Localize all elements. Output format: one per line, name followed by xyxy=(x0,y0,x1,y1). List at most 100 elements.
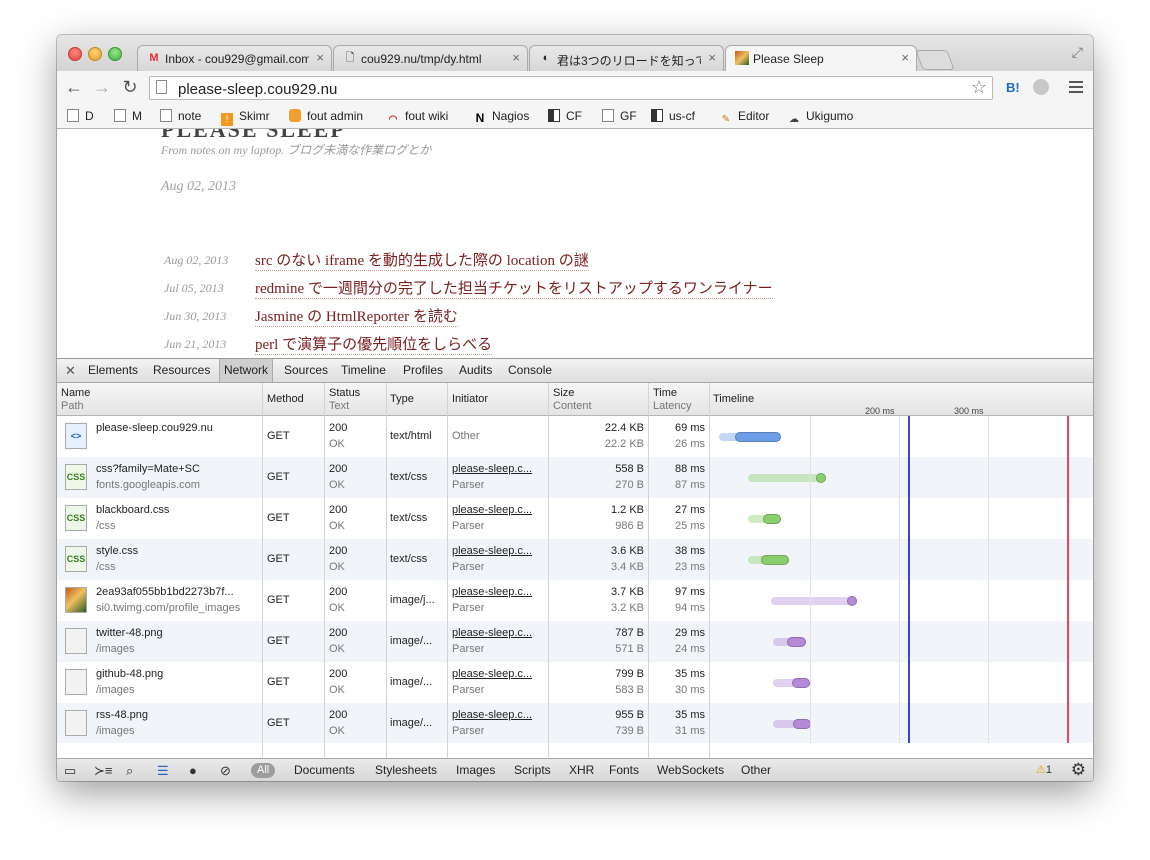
initiator-link[interactable]: please-sleep.c... xyxy=(452,545,546,557)
filter-images[interactable]: Images xyxy=(456,763,495,777)
omnibox[interactable]: ☆ xyxy=(149,76,993,100)
tab-network[interactable]: Network xyxy=(219,359,274,382)
filter-documents[interactable]: Documents xyxy=(294,763,355,777)
col-time-header[interactable]: Time Latency xyxy=(653,387,692,413)
record-icon[interactable]: ● xyxy=(189,763,197,778)
filter-xhr[interactable]: XHR xyxy=(569,763,594,777)
menu-icon[interactable] xyxy=(1069,78,1083,96)
tab-please-sleep[interactable]: Please Sleep × xyxy=(725,45,917,72)
bookmark-item[interactable]: D xyxy=(67,109,94,123)
window-minimize-button[interactable] xyxy=(88,47,102,61)
console-drawer-icon[interactable]: ≻≡ xyxy=(94,763,112,779)
post-link[interactable]: src のない iframe を動的生成した際の location の謎 xyxy=(255,249,589,271)
bookmark-item[interactable]: ✎ Editor xyxy=(720,109,770,126)
close-tab-icon[interactable]: × xyxy=(708,50,716,65)
bookmark-label: fout wiki xyxy=(405,109,449,123)
request-latency: 94 ms xyxy=(675,602,705,614)
network-request-row[interactable]: twitter-48.png/images GET 200 OK image/... pl… xyxy=(57,621,1093,662)
initiator-link[interactable]: please-sleep.c... xyxy=(452,668,546,680)
bookmark-item[interactable]: ◠ fout wiki xyxy=(387,109,449,126)
filter-other[interactable]: Other xyxy=(741,763,771,777)
search-icon[interactable]: ⌕ xyxy=(126,763,133,779)
close-tab-icon[interactable]: × xyxy=(316,50,324,65)
list-view-icon[interactable]: ☰ xyxy=(157,763,169,779)
initiator-link[interactable]: please-sleep.c... xyxy=(452,709,546,721)
warning-count[interactable]: ⚠1 xyxy=(1036,763,1052,776)
network-request-row[interactable]: github-48.png/images GET 200 OK image/... ple… xyxy=(57,662,1093,703)
initiator-link[interactable]: please-sleep.c... xyxy=(452,504,546,516)
bookmark-item[interactable]: fout admin xyxy=(289,109,363,123)
bookmark-item[interactable]: ☁ Ukigumo xyxy=(788,109,853,126)
avatar-icon xyxy=(735,51,749,65)
filter-websockets[interactable]: WebSockets xyxy=(657,763,724,777)
filter-stylesheets[interactable]: Stylesheets xyxy=(375,763,437,777)
network-request-row[interactable]: <> please-sleep.cou929.nu GET 200 OK text/htm… xyxy=(57,416,1093,457)
col-initiator-header[interactable]: Initiator xyxy=(452,393,488,406)
close-tab-icon[interactable]: × xyxy=(512,50,520,65)
request-name: twitter-48.png xyxy=(96,627,163,639)
post-link[interactable]: Jasmine の HtmlReporter を読む xyxy=(255,305,458,327)
col-type-header[interactable]: Type xyxy=(390,393,414,406)
tab-dy[interactable]: 🗋 cou929.nu/tmp/dy.html × xyxy=(333,45,528,71)
col-method-header[interactable]: Method xyxy=(267,393,304,406)
css-file-icon: CSS xyxy=(65,505,87,531)
tab-gmail[interactable]: M Inbox - cou929@gmail.com × xyxy=(137,45,332,71)
network-request-row[interactable]: CSS blackboard.css/css GET 200 OK text/css ple… xyxy=(57,498,1093,539)
window-close-button[interactable] xyxy=(68,47,82,61)
post-date: Aug 02, 2013 xyxy=(164,253,229,267)
bookmark-star-icon[interactable]: ☆ xyxy=(971,77,987,98)
bookmark-item[interactable]: us-cf xyxy=(651,109,695,123)
filter-fonts[interactable]: Fonts xyxy=(609,763,639,777)
network-request-row[interactable]: rss-48.png/images GET 200 OK image/... please… xyxy=(57,703,1093,743)
bookmark-item[interactable]: ! Skimr xyxy=(221,109,270,126)
tab-sources[interactable]: Sources xyxy=(280,359,332,382)
reload-icon[interactable]: ↻ xyxy=(120,77,140,98)
bookmark-item[interactable]: note xyxy=(160,109,201,123)
bookmark-item[interactable]: N Nagios xyxy=(474,109,530,125)
col-name-header[interactable]: Name Path xyxy=(61,387,90,413)
tab-timeline[interactable]: Timeline xyxy=(337,359,390,382)
request-method: GET xyxy=(267,717,290,729)
network-request-row[interactable]: CSS style.css/css GET 200 OK text/css please-s… xyxy=(57,539,1093,580)
gear-icon[interactable]: ⚙ xyxy=(1071,760,1086,780)
close-tab-icon[interactable]: × xyxy=(901,50,909,65)
request-method: GET xyxy=(267,635,290,647)
tab-profiles[interactable]: Profiles xyxy=(399,359,447,382)
extension-icon[interactable] xyxy=(1033,79,1049,95)
col-size-header[interactable]: Size Content xyxy=(553,387,592,413)
initiator-link[interactable]: please-sleep.c... xyxy=(452,586,546,598)
back-arrow-icon[interactable]: ← xyxy=(64,77,84,98)
timeline-bar xyxy=(772,678,810,688)
tab-resources[interactable]: Resources xyxy=(149,359,214,382)
col-timeline-header[interactable]: Timeline xyxy=(713,393,754,406)
clear-icon[interactable]: ⊘ xyxy=(220,763,231,779)
initiator-link[interactable]: please-sleep.c... xyxy=(452,463,546,475)
timeline-latency-segment xyxy=(735,432,781,442)
initiator-link[interactable]: please-sleep.c... xyxy=(452,627,546,639)
current-date: Aug 02, 2013 xyxy=(161,179,237,194)
filter-all[interactable]: All xyxy=(251,763,276,778)
hatena-bookmark-icon[interactable]: B! xyxy=(1006,80,1020,95)
tab-reload[interactable]: ◐ 君は3つのリロードを知って × xyxy=(529,45,724,71)
fullscreen-icon[interactable]: ⤢ xyxy=(1072,44,1083,61)
close-devtools-icon[interactable]: ✕ xyxy=(65,363,76,379)
filter-scripts[interactable]: Scripts xyxy=(514,763,551,777)
dock-icon[interactable]: ▭ xyxy=(64,763,76,779)
url-input[interactable] xyxy=(176,78,960,100)
bookmark-item[interactable]: CF xyxy=(548,109,582,123)
bookmark-item[interactable]: GF xyxy=(602,109,637,123)
forward-arrow-icon[interactable]: → xyxy=(92,77,112,98)
post-link[interactable]: perl で演算子の優先順位をしらべる xyxy=(255,333,493,355)
timeline-latency-segment xyxy=(786,637,807,647)
header-sublabel: Content xyxy=(553,400,592,412)
network-request-row[interactable]: CSS css?family=Mate+SC fonts.googleapis.co… xyxy=(57,457,1093,498)
post-link[interactable]: redmine で一週間分の完了した担当チケットをリストアップするワンライナー xyxy=(255,277,773,299)
new-tab-button[interactable] xyxy=(915,50,955,70)
bookmark-item[interactable]: M xyxy=(114,109,142,123)
window-zoom-button[interactable] xyxy=(108,47,122,61)
tab-audits[interactable]: Audits xyxy=(455,359,496,382)
tab-console[interactable]: Console xyxy=(504,359,556,382)
network-request-row[interactable]: 2ea93af055bb1bd2273b7f... si0.twimg.com/p… xyxy=(57,580,1093,621)
tab-elements[interactable]: Elements xyxy=(84,359,142,382)
col-status-header[interactable]: Status Text xyxy=(329,387,360,413)
